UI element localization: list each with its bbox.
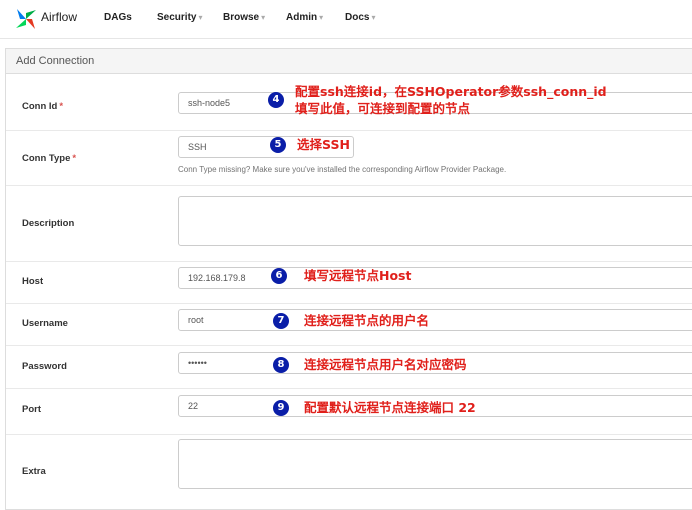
- navbar: Airflow DAGs Security ▾ Browse ▾ Admin ▾ Do…: [0, 0, 692, 39]
- conn-id-label: Conn Id *: [22, 101, 64, 112]
- required-marker: *: [59, 101, 64, 112]
- brand-name[interactable]: Airflow: [41, 10, 77, 24]
- conn-type-help-text: Conn Type missing? Make sure you've inst…: [178, 165, 507, 174]
- description-label: Description: [22, 218, 75, 229]
- annotation-badge-5: 5: [270, 137, 286, 153]
- annotation-text-9: 配置默认远程节点连接端口 22: [304, 400, 476, 415]
- description-textarea[interactable]: [178, 196, 692, 246]
- nav-browse[interactable]: Browse ▾: [223, 12, 265, 23]
- extra-textarea[interactable]: [178, 439, 692, 489]
- annotation-badge-9: 9: [273, 400, 289, 416]
- chevron-down-icon: ▾: [261, 13, 266, 22]
- extra-row: Extra: [6, 434, 692, 509]
- annotation-text-4-line2: 填写此值，可连接到配置的节点: [295, 101, 471, 116]
- panel-heading: Add Connection: [6, 49, 692, 74]
- panel-title: Add Connection: [16, 55, 95, 67]
- annotation-text-5: 选择SSH: [297, 137, 350, 152]
- annotation-badge-7: 7: [273, 313, 289, 329]
- conn-type-label: Conn Type *: [22, 153, 77, 164]
- password-label: Password: [22, 361, 67, 372]
- host-label: Host: [22, 276, 44, 287]
- extra-label: Extra: [22, 466, 46, 477]
- nav-dags[interactable]: DAGs: [104, 12, 132, 23]
- annotation-text-7: 连接远程节点的用户名: [304, 313, 430, 328]
- required-marker: *: [72, 153, 77, 164]
- annotation-badge-8: 8: [273, 357, 289, 373]
- chevron-down-icon: ▾: [198, 13, 203, 22]
- chevron-down-icon: ▾: [371, 13, 376, 22]
- username-label: Username: [22, 318, 68, 329]
- annotation-badge-4: 4: [268, 92, 284, 108]
- chevron-down-icon: ▾: [319, 13, 324, 22]
- annotation-text-6: 填写远程节点Host: [304, 268, 412, 283]
- username-input[interactable]: root: [178, 309, 692, 331]
- port-label: Port: [22, 404, 41, 415]
- description-row: Description: [6, 185, 692, 262]
- annotation-text-4: 配置ssh连接id，在SSHOperator参数ssh_conn_id: [295, 84, 607, 99]
- annotation-text-8: 连接远程节点用户名对应密码: [304, 357, 467, 372]
- host-input[interactable]: 192.168.179.8: [178, 267, 692, 289]
- annotation-badge-6: 6: [271, 268, 287, 284]
- nav-security[interactable]: Security ▾: [157, 12, 202, 23]
- nav-admin[interactable]: Admin ▾: [286, 12, 323, 23]
- nav-docs[interactable]: Docs ▾: [345, 12, 375, 23]
- airflow-logo-icon[interactable]: [14, 7, 38, 31]
